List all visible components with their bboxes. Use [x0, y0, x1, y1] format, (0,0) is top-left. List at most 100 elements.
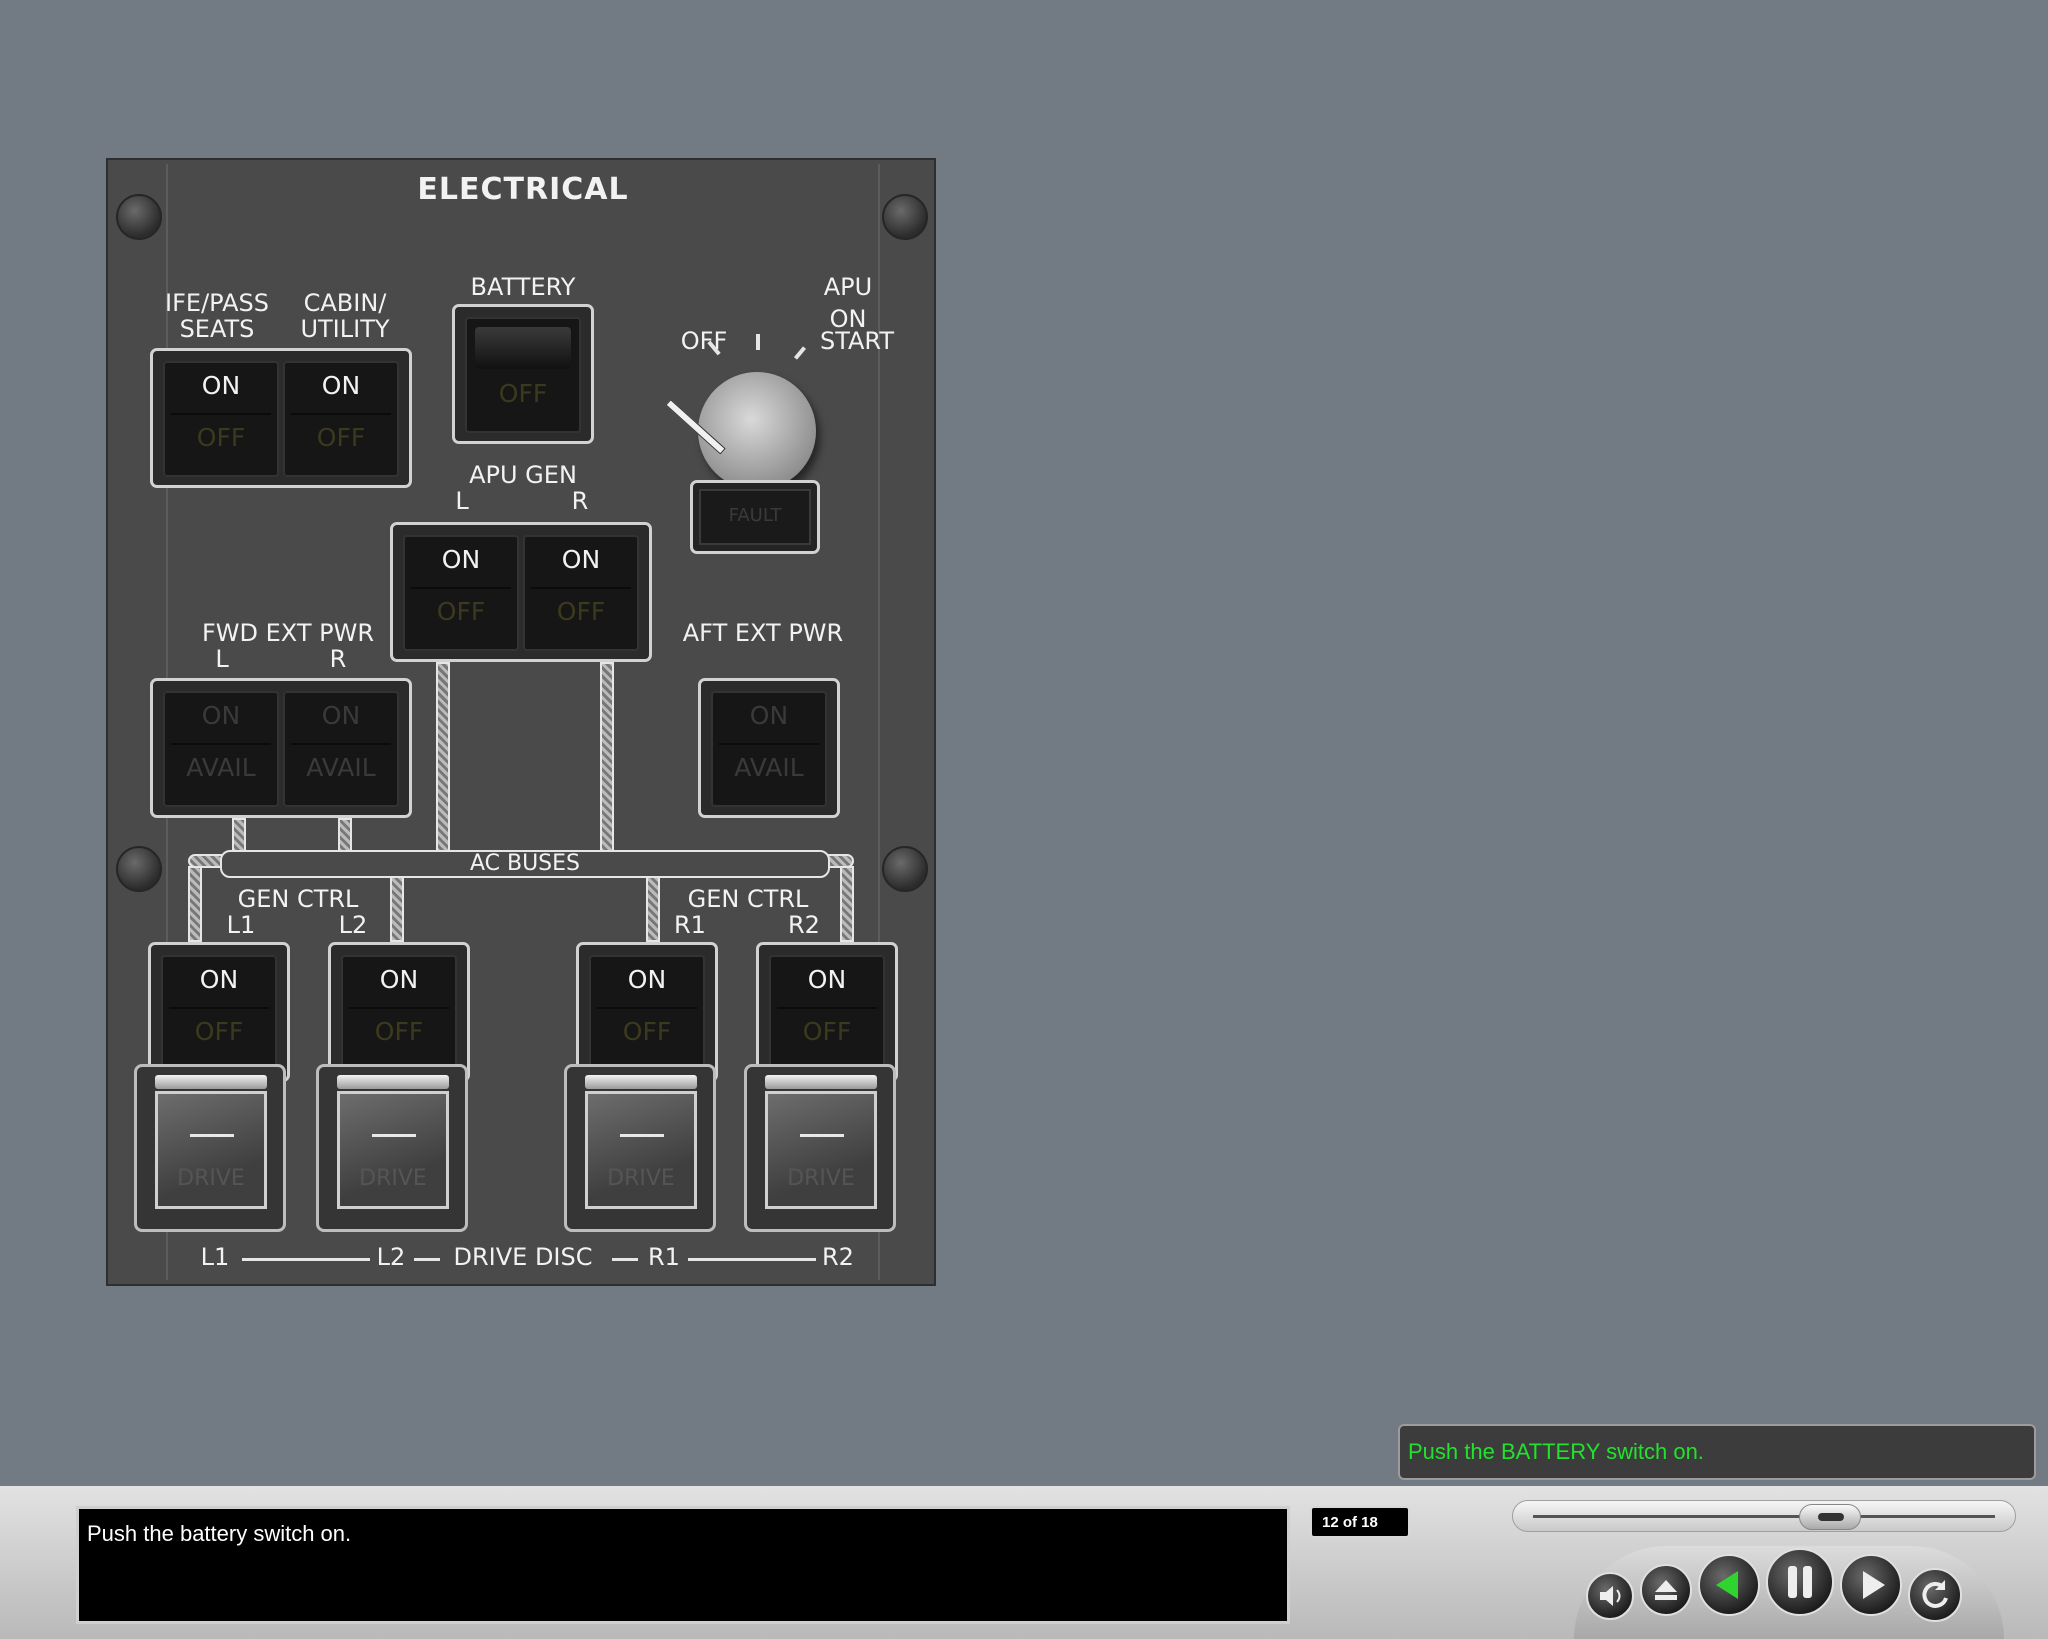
speaker-icon[interactable]: [1586, 1572, 1634, 1620]
gen-ctrl-l2-label: L2: [338, 911, 368, 939]
guard-hinge: [155, 1075, 267, 1089]
off-light: OFF: [436, 597, 486, 626]
battery-switch-cap: [475, 327, 571, 369]
gen-ctrl-l1-switch[interactable]: ON OFF: [161, 955, 277, 1071]
on-light: ON: [201, 701, 241, 730]
screw: [116, 846, 162, 892]
battery-frame: OFF: [452, 304, 594, 444]
guard-cover: DRIVE: [585, 1091, 697, 1209]
drive-disc-r1-label: R1: [648, 1243, 680, 1271]
slider-track: [1533, 1515, 1995, 1518]
apu-off-label: OFF: [680, 327, 728, 355]
apu-gen-r-switch[interactable]: ON OFF: [523, 535, 639, 651]
avail-light: AVAIL: [186, 753, 256, 782]
on-light: ON: [807, 965, 847, 994]
slider-thumb[interactable]: [1799, 1504, 1861, 1530]
pause-icon[interactable]: [1766, 1548, 1834, 1616]
guard-cover: DRIVE: [765, 1091, 877, 1209]
drive-disc-r2-guard[interactable]: DRIVE: [744, 1064, 896, 1232]
guard-hinge: [337, 1075, 449, 1089]
caption-box: Push the battery switch on.: [76, 1506, 1290, 1624]
on-light: ON: [199, 965, 239, 994]
drive-light: DRIVE: [177, 1166, 245, 1191]
off-light: OFF: [556, 597, 606, 626]
apu-gen-r-label: R: [571, 487, 589, 515]
off-light: OFF: [374, 1017, 424, 1046]
fwd-ext-r-label: R: [329, 645, 347, 673]
guard-hinge: [585, 1075, 697, 1089]
electrical-panel: ELECTRICAL IFE/PASS SEATS CABIN/UTILITY O…: [106, 158, 936, 1286]
tick: [756, 334, 760, 350]
aft-ext-pwr-frame: ON AVAIL: [698, 678, 840, 818]
player-control-bar: Push the battery switch on. 12 of 18: [0, 1486, 2048, 1639]
gen-ctrl-r1-label: R1: [674, 911, 706, 939]
battery-label: BATTERY: [470, 273, 576, 301]
bus-connector: [188, 866, 202, 942]
gen-ctrl-l2-switch[interactable]: ON OFF: [341, 955, 457, 1071]
apu-gen-l-label: L: [455, 487, 469, 515]
drive-disc-label: DRIVE DISC: [453, 1243, 593, 1271]
off-light: OFF: [196, 423, 246, 452]
off-light: OFF: [498, 379, 548, 408]
drive-disc-l2-guard[interactable]: DRIVE: [316, 1064, 468, 1232]
fwd-ext-pwr-label: FWD EXT PWR: [202, 619, 374, 647]
gen-ctrl-l1-frame: ON OFF: [148, 942, 290, 1082]
off-light: OFF: [622, 1017, 672, 1046]
on-light: ON: [379, 965, 419, 994]
gen-ctrl-l2-frame: ON OFF: [328, 942, 470, 1082]
on-light: ON: [321, 701, 361, 730]
on-light: ON: [441, 545, 481, 574]
replay-icon[interactable]: [1908, 1568, 1962, 1622]
divider-line: [688, 1258, 816, 1261]
divider-line: [414, 1258, 440, 1261]
on-light: ON: [201, 371, 241, 400]
gen-ctrl-left-label: GEN CTRL: [237, 885, 359, 913]
drive-disc-r1-guard[interactable]: DRIVE: [564, 1064, 716, 1232]
cabin-utility-switch[interactable]: ON OFF: [283, 361, 399, 477]
ife-cabin-frame: ON OFF ON OFF: [150, 348, 412, 488]
off-light: OFF: [316, 423, 366, 452]
fwd-ext-l-label: L: [215, 645, 229, 673]
progress-slider[interactable]: [1512, 1500, 2016, 1532]
gen-ctrl-r2-switch[interactable]: ON OFF: [769, 955, 885, 1071]
play-icon[interactable]: [1840, 1554, 1902, 1616]
on-light: ON: [749, 701, 789, 730]
apu-gen-frame: ON OFF ON OFF: [390, 522, 652, 662]
playback-controls: [1574, 1546, 2004, 1639]
drive-disc-l1-guard[interactable]: DRIVE: [134, 1064, 286, 1232]
apu-start-label: START: [819, 327, 895, 355]
cabin-utility-label: CABIN/UTILITY: [300, 289, 390, 343]
eject-icon[interactable]: [1640, 1564, 1692, 1616]
gen-ctrl-l1-label: L1: [226, 911, 256, 939]
ife-pass-label: IFE/PASS SEATS: [165, 289, 269, 343]
avail-light: AVAIL: [306, 753, 376, 782]
bus-connector: [646, 874, 660, 942]
ac-buses-label: AC BUSES: [220, 850, 830, 878]
bus-connector: [338, 818, 352, 854]
apu-label: APU: [823, 273, 873, 301]
gen-ctrl-right-label: GEN CTRL: [687, 885, 809, 913]
bus-connector: [436, 662, 450, 854]
drive-light: DRIVE: [359, 1166, 427, 1191]
fwd-ext-pwr-r-switch[interactable]: ON AVAIL: [283, 691, 399, 807]
aft-ext-pwr-label: AFT EXT PWR: [682, 619, 844, 647]
bus-connector: [840, 866, 854, 942]
fwd-ext-pwr-frame: ON AVAIL ON AVAIL: [150, 678, 412, 818]
avail-light: AVAIL: [734, 753, 804, 782]
fwd-ext-pwr-l-switch[interactable]: ON AVAIL: [163, 691, 279, 807]
on-light: ON: [321, 371, 361, 400]
aft-ext-pwr-switch[interactable]: ON AVAIL: [711, 691, 827, 807]
off-light: OFF: [194, 1017, 244, 1046]
gen-ctrl-r1-switch[interactable]: ON OFF: [589, 955, 705, 1071]
battery-switch[interactable]: OFF: [465, 317, 581, 433]
apu-gen-l-switch[interactable]: ON OFF: [403, 535, 519, 651]
ife-pass-seats-switch[interactable]: ON OFF: [163, 361, 279, 477]
on-light: ON: [561, 545, 601, 574]
drive-disc-r2-label: R2: [822, 1243, 854, 1271]
apu-fault-light: FAULT: [699, 489, 811, 545]
guard-hinge: [765, 1075, 877, 1089]
divider-line: [612, 1258, 638, 1261]
bus-connector: [390, 874, 404, 942]
back-icon[interactable]: [1698, 1554, 1760, 1616]
apu-selector-knob[interactable]: [698, 372, 816, 490]
